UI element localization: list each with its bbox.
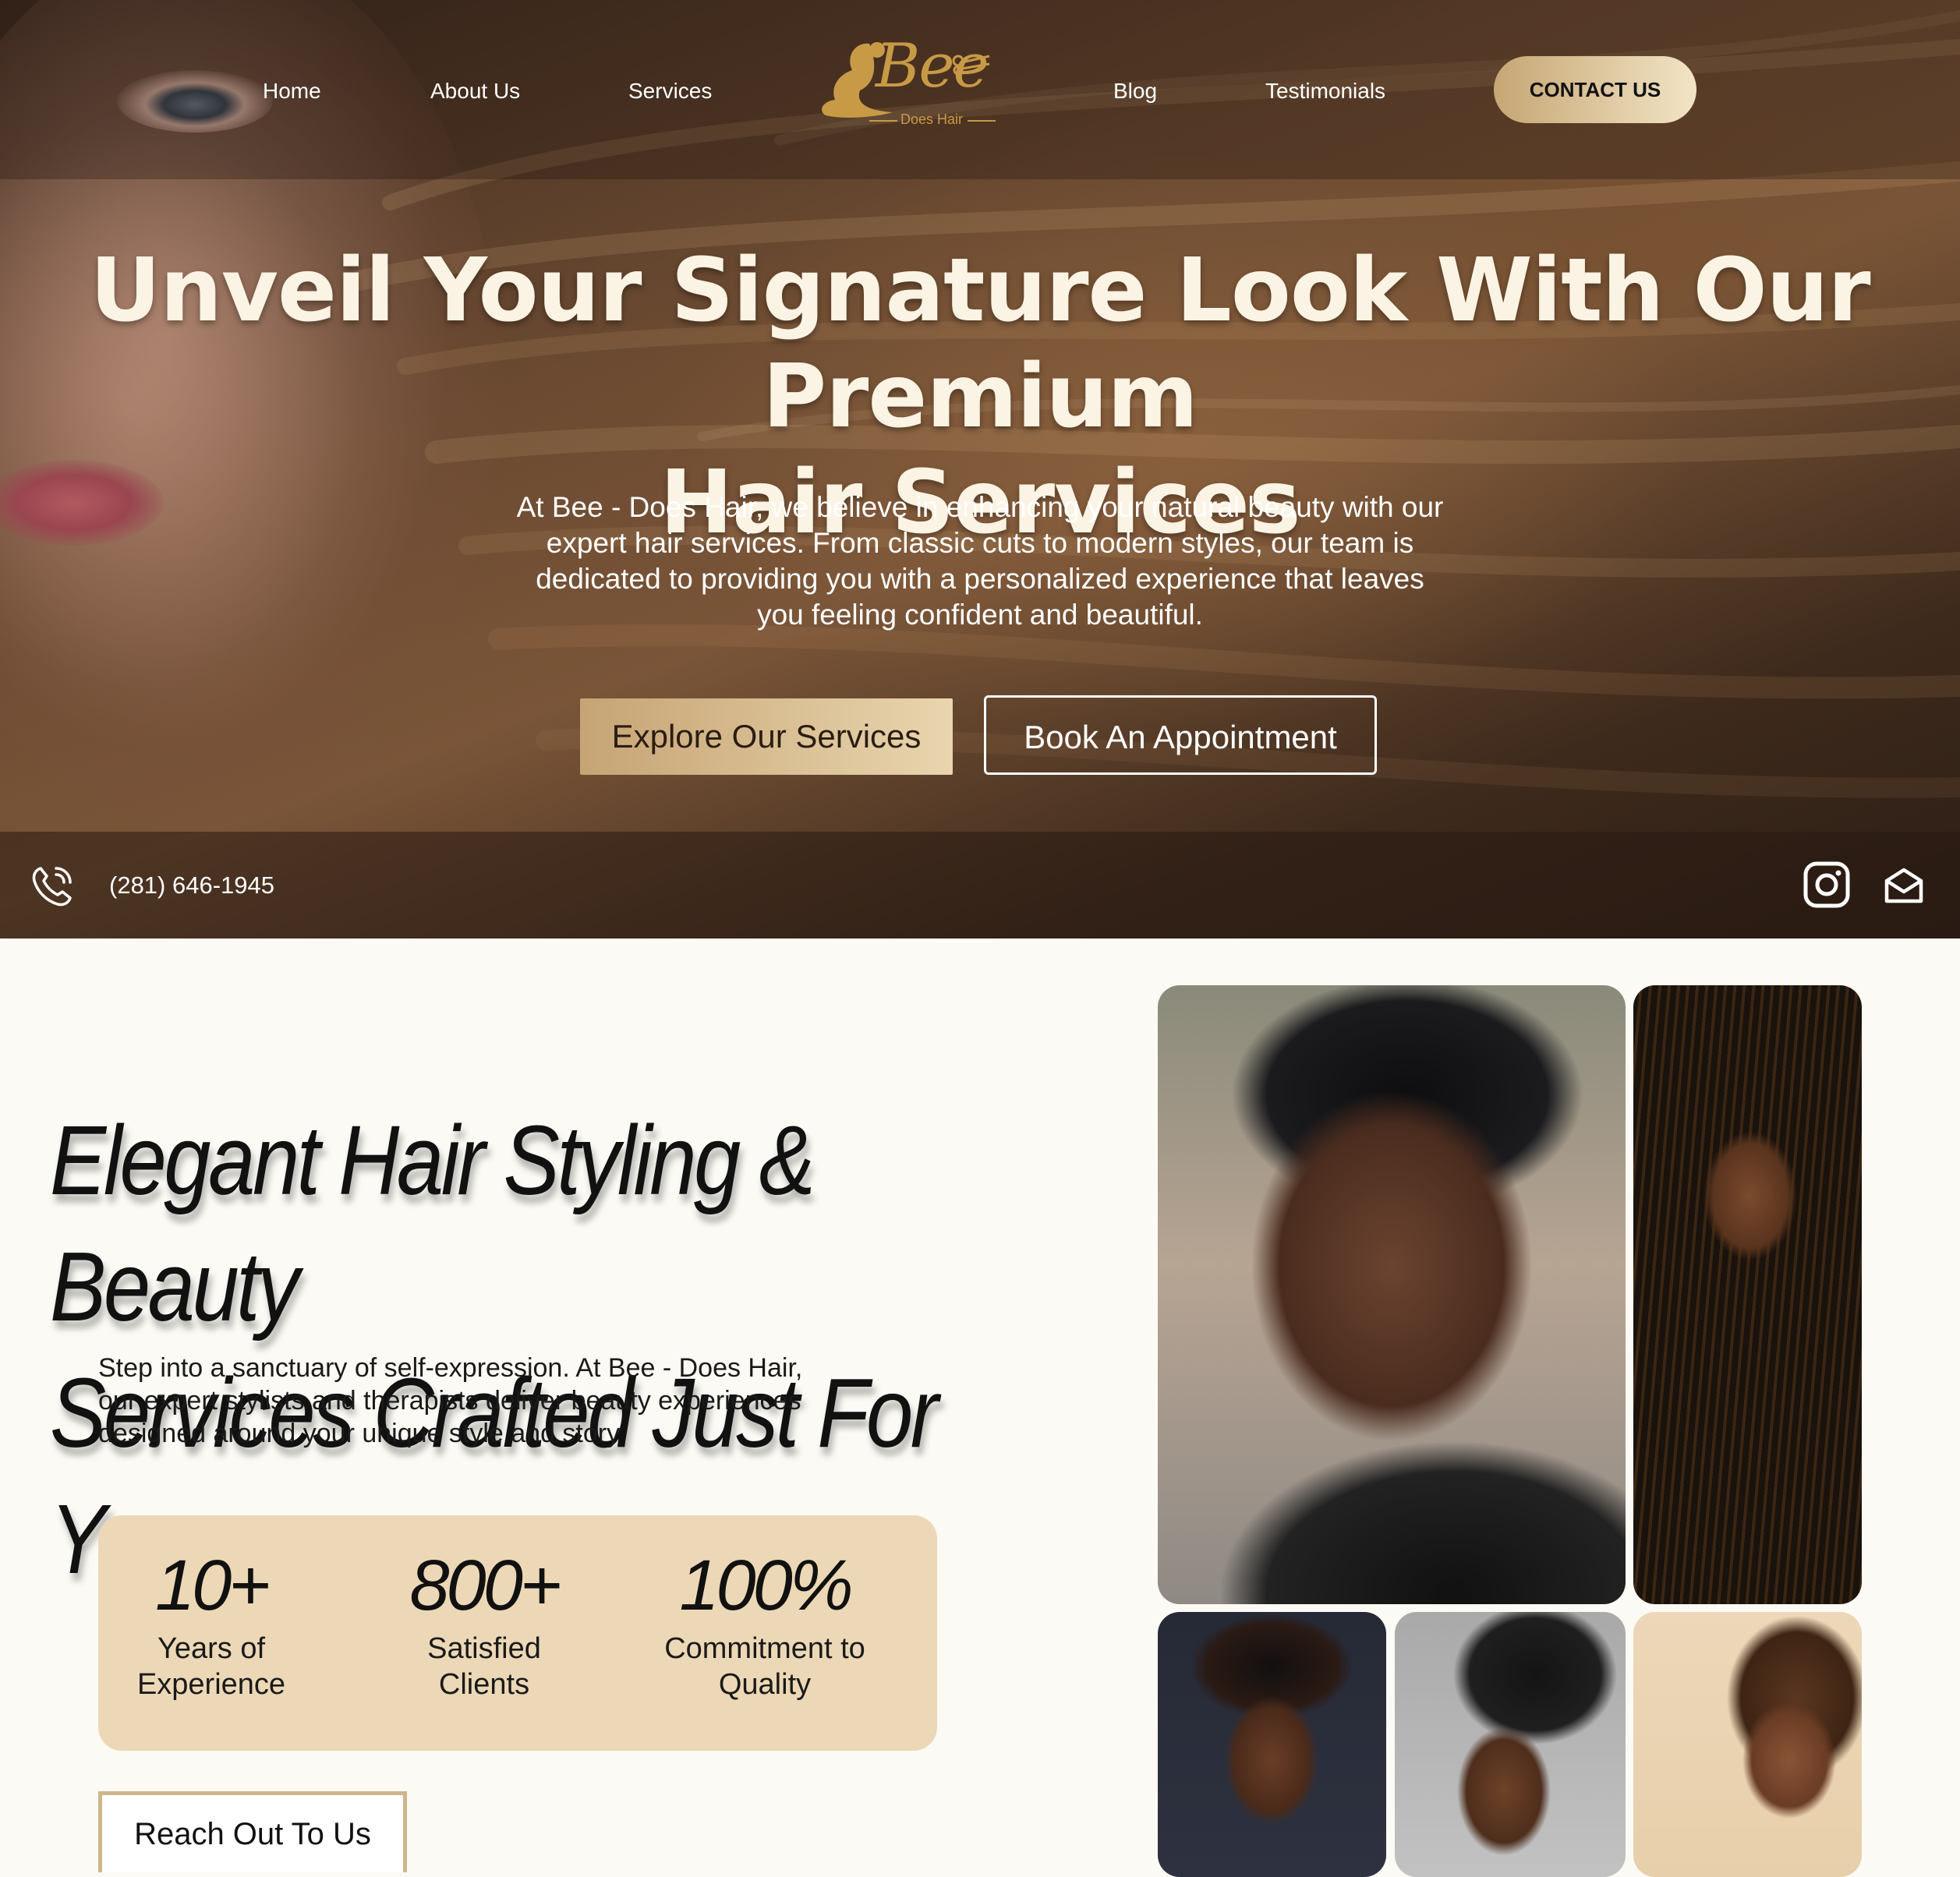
nav-item-about-us[interactable]: About Us (430, 76, 520, 107)
gallery-image-curly-hair (1633, 1612, 1862, 1877)
gallery-image-cornrow-braids (1395, 1612, 1626, 1877)
contact-us-button[interactable]: CONTACT US (1494, 56, 1696, 123)
hero-description: At Bee - Does Hair, we believe in enhanc… (516, 491, 1444, 631)
phone-number[interactable]: (281) 646-1945 (109, 868, 274, 903)
logo[interactable]: Bee Does Hair (815, 31, 1002, 140)
stat-label-line1: Years of (157, 1632, 266, 1665)
nav-item-testimonials[interactable]: Testimonials (1265, 76, 1385, 107)
stat-label-line1: Commitment to (664, 1632, 865, 1665)
stat-clients: 800+ Satisfied Clients (402, 1546, 566, 1702)
stat-label-line2: Clients (438, 1668, 530, 1701)
stat-experience: 10+ Years of Experience (129, 1546, 293, 1702)
nav-item-services[interactable]: Services (628, 76, 712, 107)
stat-value: 100% (679, 1546, 853, 1625)
gallery-image-long-braids (1633, 985, 1862, 1604)
about-description: Step into a sanctuary of self-expression… (98, 1353, 803, 1448)
stat-label: Commitment to Quality (636, 1631, 893, 1702)
stat-label-line1: Satisfied (427, 1632, 541, 1665)
stat-label-line2: Quality (718, 1668, 812, 1701)
explore-services-button[interactable]: Explore Our Services (580, 698, 953, 775)
logo-divider-right (968, 120, 996, 122)
reach-out-button[interactable]: Reach Out To Us (98, 1791, 407, 1872)
book-appointment-button[interactable]: Book An Appointment (984, 695, 1377, 775)
hero-title-line1: Unveil Your Signature Look With Our Prem… (90, 240, 1870, 447)
stat-value: 800+ (409, 1546, 561, 1625)
contact-strip (0, 832, 1960, 938)
mail-icon[interactable] (1882, 864, 1926, 907)
nav-item-blog[interactable]: Blog (1113, 76, 1157, 107)
gallery-image-braided-buns (1158, 1612, 1386, 1877)
phone-icon[interactable] (30, 862, 76, 909)
logo-divider-left (869, 120, 897, 122)
stat-value: 10+ (154, 1546, 271, 1625)
gallery-image-short-hair (1158, 985, 1626, 1604)
about-title-line1: Elegant Hair Styling & Beauty (50, 1105, 815, 1341)
instagram-icon[interactable] (1803, 861, 1851, 909)
stats-panel: 10+ Years of Experience 800+ Satisfied C… (98, 1515, 937, 1751)
stat-label: Years of Experience (129, 1631, 293, 1702)
stat-label-line2: Experience (136, 1668, 286, 1701)
nav-item-home[interactable]: Home (263, 76, 321, 107)
scissors-icon (952, 55, 990, 75)
stat-label: Satisfied Clients (402, 1631, 566, 1702)
logo-subtext: Does Hair (900, 111, 964, 127)
stat-quality: 100% Commitment to Quality (636, 1546, 893, 1702)
